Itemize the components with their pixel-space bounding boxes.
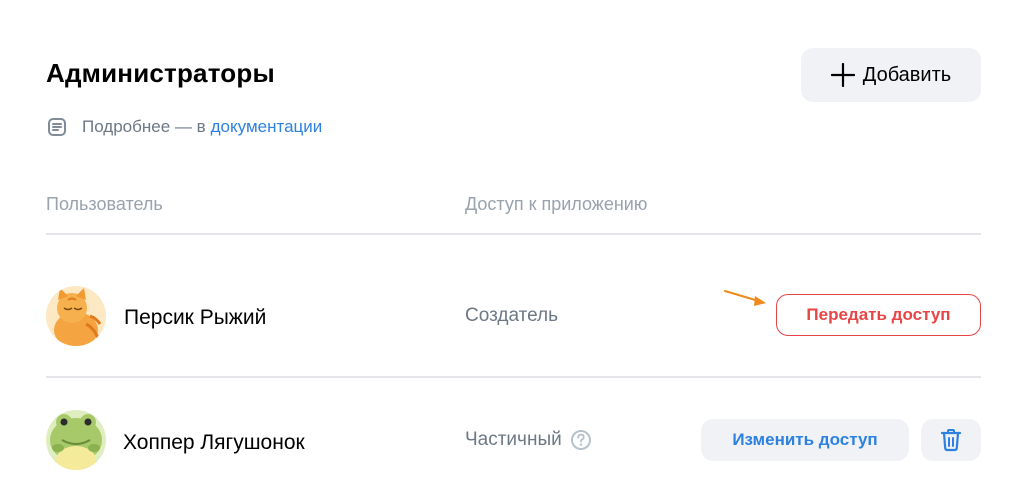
docs-hint: Подробнее — в документации	[46, 116, 322, 138]
add-admin-button[interactable]: Добавить	[801, 48, 981, 102]
access-level: Частичный	[465, 429, 592, 451]
add-button-label: Добавить	[862, 63, 952, 86]
plus-icon	[830, 63, 855, 87]
access-label: Создатель	[465, 305, 559, 326]
document-icon	[46, 116, 68, 138]
docs-link[interactable]: документации	[211, 117, 323, 137]
user-name: Персик Рыжий	[124, 306, 267, 329]
orange-cat-avatar[interactable]	[46, 286, 106, 346]
access-label: Частичный	[465, 429, 562, 450]
frog-avatar[interactable]	[46, 410, 106, 470]
column-header-user: Пользователь	[46, 194, 163, 214]
docs-prefix: Подробнее — в	[82, 117, 206, 136]
page-title: Администраторы	[46, 58, 275, 88]
row-divider	[46, 376, 981, 378]
access-level: Создатель	[465, 305, 558, 327]
transfer-access-button[interactable]: Передать доступ	[776, 294, 981, 336]
change-access-button[interactable]: Изменить доступ	[701, 419, 909, 461]
annotation-arrow-icon	[724, 290, 766, 306]
column-header-access: Доступ к приложению	[465, 194, 648, 214]
question-circle-icon[interactable]	[570, 429, 592, 451]
header-divider	[46, 233, 981, 235]
user-name: Хоппер Лягушонок	[123, 431, 305, 454]
trash-icon	[940, 428, 962, 452]
delete-button[interactable]	[921, 419, 981, 461]
